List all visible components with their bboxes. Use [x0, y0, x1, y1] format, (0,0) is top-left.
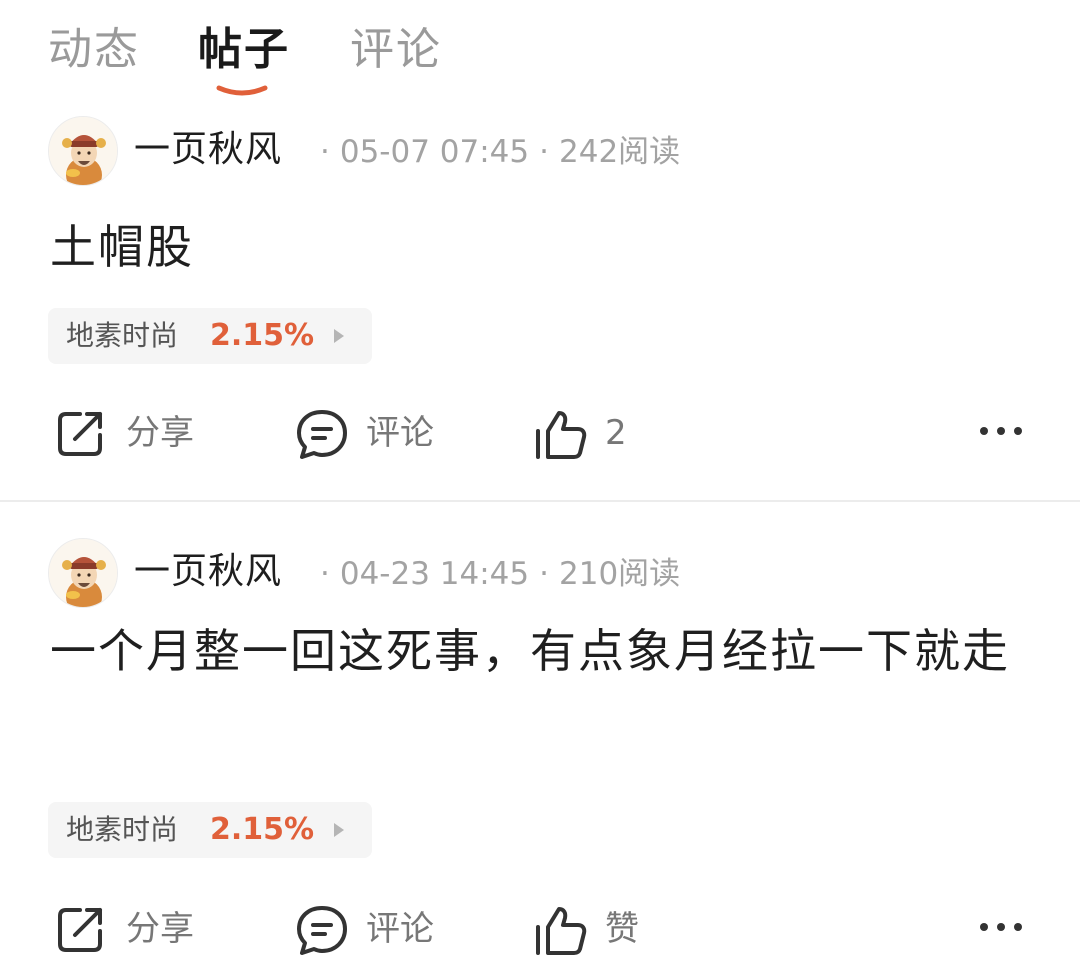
post-divider — [0, 500, 1080, 502]
like-button[interactable]: 赞 — [533, 894, 673, 964]
active-tab-indicator — [216, 85, 268, 96]
comment-label: 评论 — [366, 909, 434, 949]
post-content[interactable]: 土帽股 — [50, 212, 1040, 282]
comment-icon — [297, 906, 347, 955]
tab-comments[interactable]: 评论 — [350, 22, 442, 78]
share-button[interactable]: 分享 — [54, 894, 214, 964]
tab-posts[interactable]: 帖子 — [198, 22, 290, 78]
share-button[interactable]: 分享 — [54, 398, 214, 468]
caishen-avatar-icon — [49, 539, 117, 607]
stock-tag[interactable]: 地素时尚 2.15% — [48, 308, 372, 364]
avatar[interactable] — [48, 116, 118, 186]
more-button[interactable] — [978, 894, 1026, 964]
stock-name: 地素时尚 — [66, 813, 179, 846]
profile-tabs: 动态 帖子 评论 — [48, 18, 1048, 108]
stock-name: 地素时尚 — [66, 319, 179, 352]
share-label: 分享 — [126, 413, 194, 453]
stock-change: 2.15% — [210, 812, 315, 847]
share-label: 分享 — [126, 909, 194, 949]
post-meta: · 04-23 14:45 · 210阅读 — [320, 556, 681, 592]
post-item[interactable]: 一页秋风 · 04-23 14:45 · 210阅读 一个月整一回这死事，有点象月经拉… — [0, 534, 1080, 968]
post-time: 05-07 07:45 — [339, 134, 530, 170]
comment-label: 评论 — [366, 413, 434, 453]
post-item[interactable]: 一页秋风 · 05-07 07:45 · 242阅读 土帽股 地素时尚 2.15% 分… — [0, 112, 1080, 498]
author-name[interactable]: 一页秋风 — [134, 126, 282, 174]
share-icon — [58, 412, 102, 456]
share-icon — [58, 908, 102, 952]
post-time: 04-23 14:45 — [339, 556, 530, 592]
post-content[interactable]: 一个月整一回这死事，有点象月经拉一下就走 — [50, 616, 1040, 686]
caishen-avatar-icon — [49, 117, 117, 185]
read-count: 210阅读 — [559, 556, 681, 592]
stock-change: 2.15% — [210, 318, 315, 353]
chevron-right-icon — [334, 329, 344, 343]
more-button[interactable] — [978, 398, 1026, 468]
more-icon — [980, 923, 1022, 931]
comment-icon — [297, 410, 347, 459]
more-icon — [980, 427, 1022, 435]
comment-button[interactable]: 评论 — [294, 894, 454, 964]
like-label: 赞 — [605, 909, 639, 949]
thumbs-up-icon — [536, 907, 587, 955]
comment-button[interactable]: 评论 — [294, 398, 454, 468]
avatar[interactable] — [48, 538, 118, 608]
post-actions: 分享 评论 2 — [0, 398, 1080, 468]
like-count: 2 — [605, 413, 627, 453]
post-meta: · 05-07 07:45 · 242阅读 — [320, 134, 681, 170]
stock-tag[interactable]: 地素时尚 2.15% — [48, 802, 372, 858]
post-header: 一页秋风 · 05-07 07:45 · 242阅读 — [48, 116, 1048, 186]
post-actions: 分享 评论 赞 — [0, 894, 1080, 964]
chevron-right-icon — [334, 823, 344, 837]
like-button[interactable]: 2 — [533, 398, 673, 468]
author-name[interactable]: 一页秋风 — [134, 548, 282, 596]
read-count: 242阅读 — [559, 134, 681, 170]
tab-dynamics[interactable]: 动态 — [48, 22, 140, 78]
thumbs-up-icon — [536, 411, 587, 459]
post-header: 一页秋风 · 04-23 14:45 · 210阅读 — [48, 538, 1048, 608]
